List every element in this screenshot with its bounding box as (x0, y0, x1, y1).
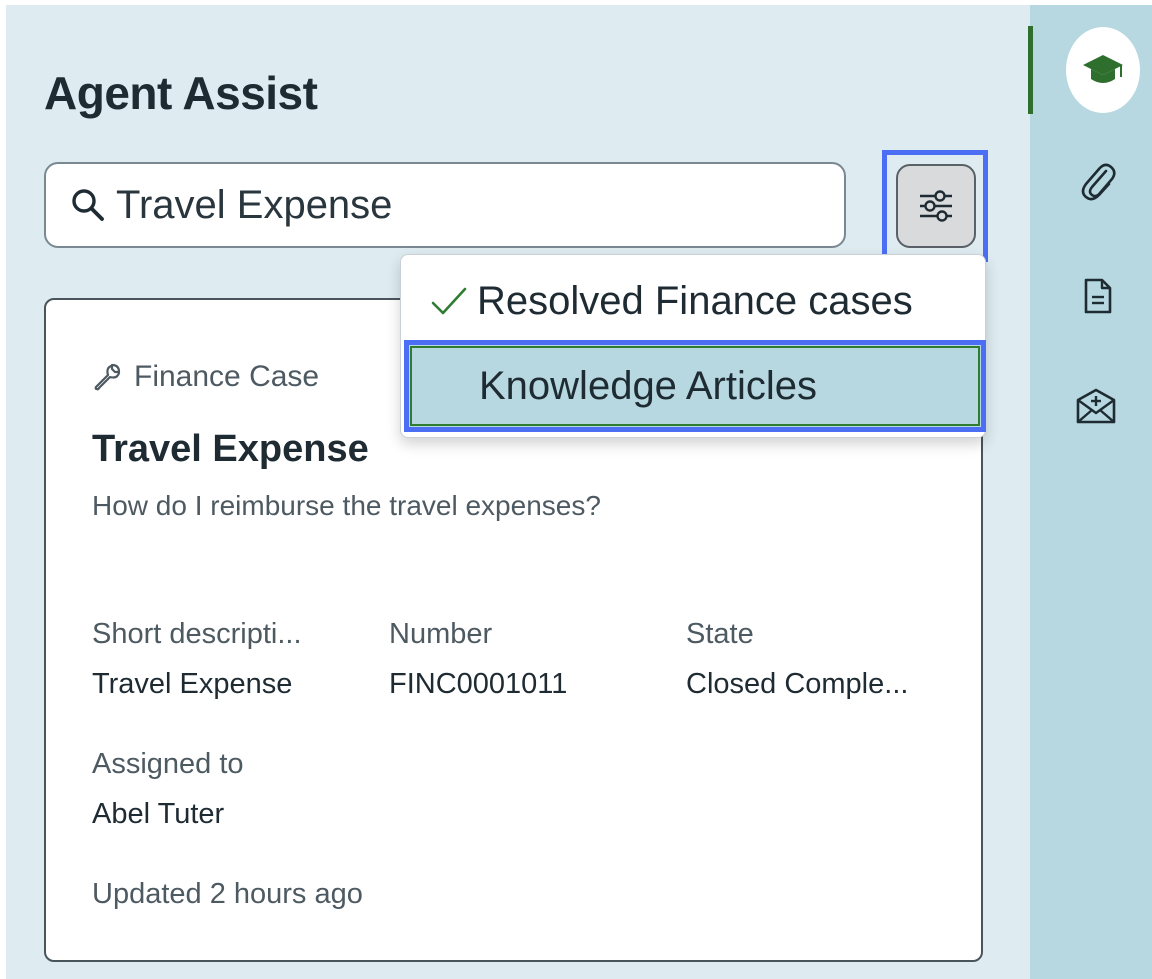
field-value-state: Closed Comple... (686, 668, 909, 700)
wrench-icon (94, 363, 121, 391)
field-label-state: State (686, 618, 754, 650)
filter-dropdown: Resolved Finance cases Knowledge Article… (400, 254, 986, 438)
sliders-icon (920, 190, 952, 222)
graduation-cap-icon (1083, 55, 1123, 83)
search-box[interactable] (44, 162, 846, 248)
filter-button-focus-ring (882, 150, 988, 262)
rail-document-button[interactable] (1068, 266, 1128, 326)
rail-active-indicator (1028, 26, 1033, 114)
filter-button[interactable] (896, 164, 976, 248)
card-type: Finance Case (92, 360, 319, 394)
rail-attachments-button[interactable] (1068, 152, 1128, 212)
document-icon (1084, 278, 1112, 314)
search-input[interactable] (116, 182, 816, 228)
checkmark-icon (431, 287, 467, 315)
page-title: Agent Assist (44, 67, 318, 119)
card-title[interactable]: Travel Expense (92, 428, 369, 471)
rail-compose-button[interactable] (1066, 376, 1126, 436)
search-icon (72, 189, 104, 221)
field-label-number: Number (389, 618, 493, 650)
paperclip-icon (1081, 163, 1116, 201)
field-label-assigned-to: Assigned to (92, 748, 244, 780)
filter-option-label: Knowledge Articles (479, 363, 817, 408)
card-description: How do I reimburse the travel expenses? (92, 490, 601, 521)
field-value-short-description: Travel Expense (92, 668, 293, 700)
field-label-short-description: Short descripti... (92, 618, 302, 650)
envelope-plus-icon (1076, 388, 1116, 424)
field-value-assigned-to: Abel Tuter (92, 798, 225, 830)
filter-option-label: Resolved Finance cases (477, 278, 913, 323)
updated-timestamp: Updated 2 hours ago (92, 878, 363, 910)
rail-active-bubble (1066, 27, 1140, 113)
rail-agent-assist-button[interactable] (1066, 26, 1140, 114)
filter-option-resolved-finance-cases[interactable]: Resolved Finance cases (401, 255, 985, 347)
field-value-number: FINC0001011 (389, 668, 568, 700)
filter-option-knowledge-articles[interactable]: Knowledge Articles (404, 340, 986, 432)
card-type-label: Finance Case (134, 360, 320, 393)
